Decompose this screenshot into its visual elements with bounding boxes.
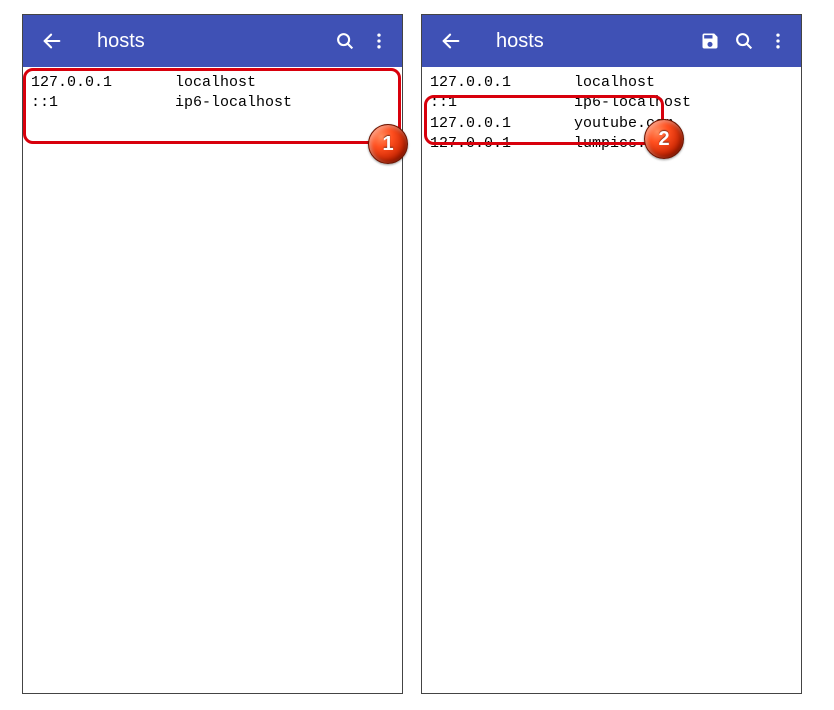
- hosts-line: 127.0.0.1 youtube.com: [430, 114, 793, 134]
- hosts-line-editing: 127.0.0.1 lumpics.ru: [430, 134, 793, 154]
- file-content-left[interactable]: 127.0.0.1 localhost ::1 ip6-localhost: [23, 67, 402, 693]
- toolbar-title: hosts: [496, 30, 675, 53]
- toolbar-right: hosts: [422, 15, 801, 67]
- step-badge: 1: [368, 124, 408, 164]
- toolbar-left: hosts: [23, 15, 402, 67]
- save-button[interactable]: [695, 26, 725, 56]
- badge-number: 2: [658, 128, 669, 151]
- back-button[interactable]: [436, 26, 466, 56]
- hosts-line: 127.0.0.1 localhost: [31, 73, 394, 93]
- hosts-line: ::1 ip6-localhost: [31, 93, 394, 113]
- file-content-right[interactable]: 127.0.0.1 localhost ::1 ip6-localhost 12…: [422, 67, 801, 693]
- toolbar-title: hosts: [97, 30, 310, 53]
- hosts-text: 127.0.0.1 lumpics.ru: [430, 135, 664, 152]
- back-button[interactable]: [37, 26, 67, 56]
- phone-left: hosts 127.0.0.1 localhost ::1 ip6-localh…: [22, 14, 403, 694]
- menu-button[interactable]: [763, 26, 793, 56]
- hosts-line: 127.0.0.1 localhost: [430, 73, 793, 93]
- search-button[interactable]: [729, 26, 759, 56]
- badge-number: 1: [382, 133, 393, 156]
- step-badge: 2: [644, 119, 684, 159]
- phone-right: hosts 127.0.0.1 localhost ::1: [421, 14, 802, 694]
- search-button[interactable]: [330, 26, 360, 56]
- menu-button[interactable]: [364, 26, 394, 56]
- hosts-line: ::1 ip6-localhost: [430, 93, 793, 113]
